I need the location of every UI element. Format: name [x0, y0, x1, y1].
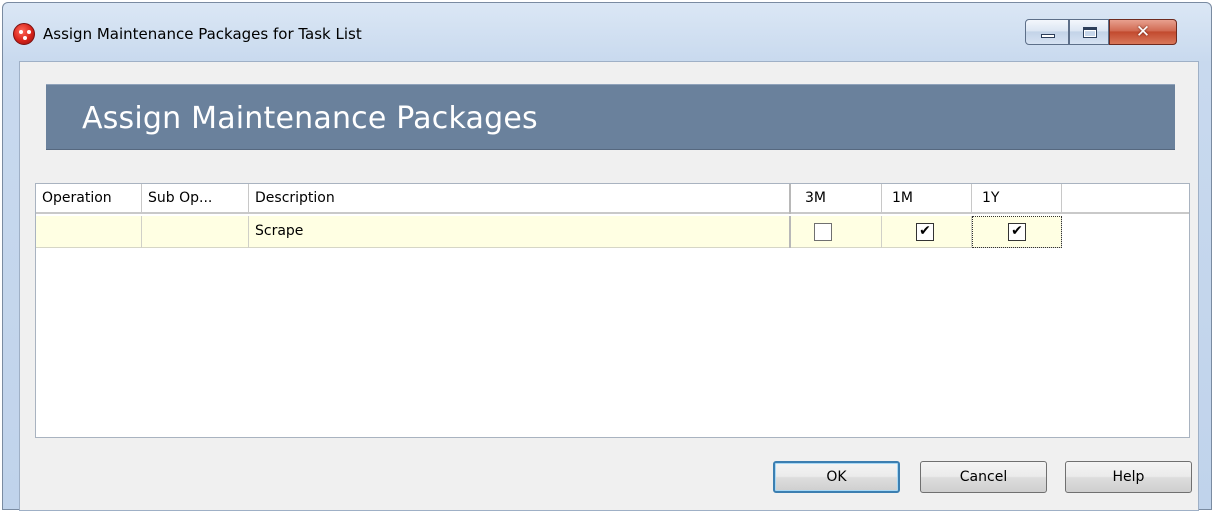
maximize-icon [1083, 27, 1097, 38]
column-header-1m[interactable]: 1M [882, 184, 972, 214]
app-icon [13, 23, 35, 45]
cell-sub-op[interactable] [142, 216, 249, 248]
cell-operation[interactable] [36, 216, 142, 248]
cancel-button[interactable]: Cancel [920, 461, 1047, 493]
dialog-body: Assign Maintenance Packages Operation Su… [19, 61, 1199, 511]
window-title: Assign Maintenance Packages for Task Lis… [43, 25, 362, 43]
column-header-1y[interactable]: 1Y [972, 184, 1062, 214]
minimize-icon [1041, 34, 1055, 38]
grid-header: Operation Sub Op... Description 3M 1M 1Y [36, 184, 1189, 214]
help-button[interactable]: Help [1065, 461, 1192, 493]
cell-3m[interactable] [791, 216, 882, 248]
close-icon: ✕ [1135, 22, 1151, 42]
column-header-sub-op[interactable]: Sub Op... [142, 184, 249, 214]
ok-button[interactable]: OK [773, 461, 900, 493]
close-button[interactable]: ✕ [1109, 19, 1177, 45]
maintenance-package-grid[interactable]: Operation Sub Op... Description 3M 1M 1Y… [35, 183, 1190, 438]
cell-1m[interactable]: ✔ [882, 216, 972, 248]
header-banner: Assign Maintenance Packages [46, 84, 1175, 150]
column-header-3m[interactable]: 3M [791, 184, 882, 214]
page-title: Assign Maintenance Packages [82, 101, 538, 136]
cell-description[interactable]: Scrape [249, 216, 791, 248]
title-bar[interactable]: Assign Maintenance Packages for Task Lis… [3, 3, 1211, 61]
minimize-button[interactable] [1025, 19, 1069, 45]
maximize-button[interactable] [1069, 19, 1109, 45]
column-header-operation[interactable]: Operation [36, 184, 142, 214]
dialog-window: Assign Maintenance Packages for Task Lis… [2, 2, 1212, 511]
cell-focus-indicator [972, 216, 1062, 248]
checkbox-1m[interactable]: ✔ [916, 223, 934, 241]
column-header-description[interactable]: Description [249, 184, 791, 214]
checkbox-3m[interactable] [814, 223, 832, 241]
table-row[interactable]: Scrape ✔ ✔ [36, 216, 1062, 248]
